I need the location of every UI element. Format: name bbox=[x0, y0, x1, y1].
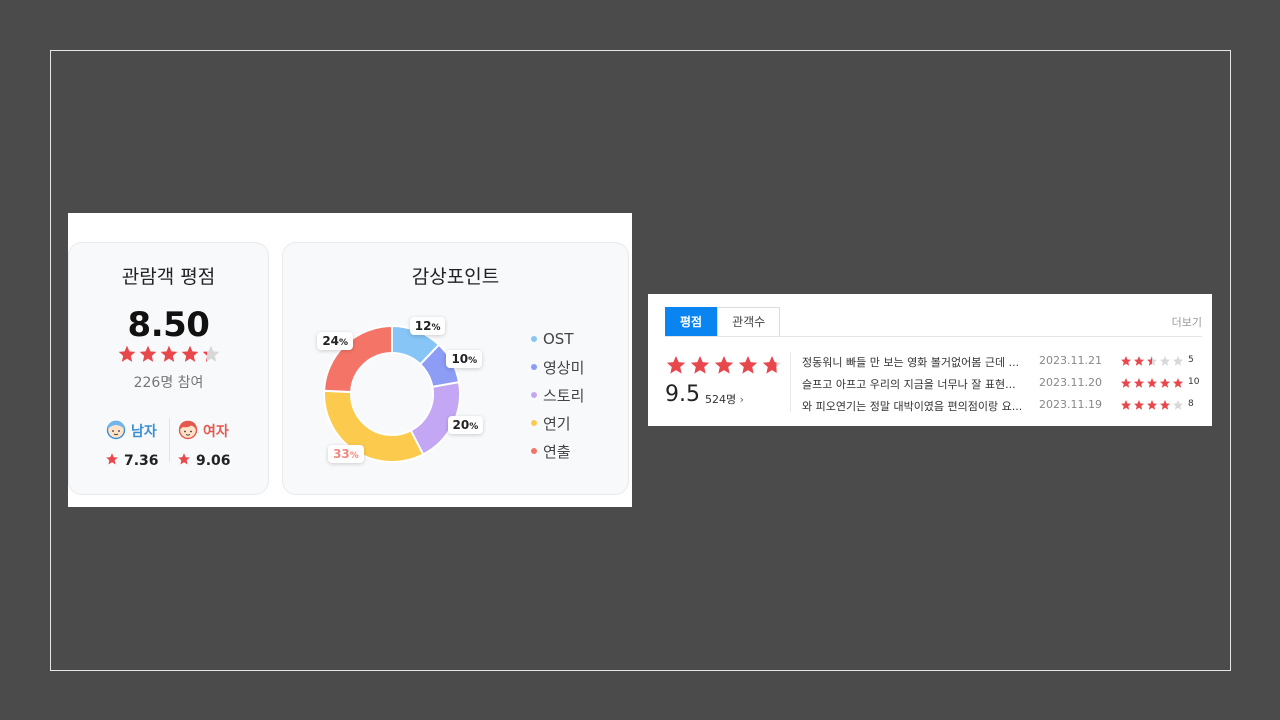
legend-item: 연기 bbox=[531, 409, 584, 437]
star-icon bbox=[1134, 400, 1144, 410]
star-icon bbox=[1121, 400, 1131, 410]
donut-legend: OST 영상미스토리연기연출 bbox=[531, 325, 584, 465]
review-row[interactable]: 와 피오연기는 정말 대박이였음 편의점이랑 요... 2023.11.19 8 bbox=[802, 395, 1202, 417]
summary-count-link[interactable]: 524명 › bbox=[705, 391, 744, 407]
donut-percent-label: 10% bbox=[446, 349, 483, 368]
rating-stars bbox=[69, 344, 268, 364]
tab-audience-count[interactable]: 관객수 bbox=[717, 307, 781, 337]
star-icon bbox=[1160, 400, 1170, 410]
legend-label: OST bbox=[543, 330, 574, 348]
review-score: 5 bbox=[1188, 355, 1194, 365]
tab-divider bbox=[665, 336, 1202, 337]
star-icon bbox=[1160, 356, 1170, 366]
legend-item: 연출 bbox=[531, 437, 584, 465]
star-icon bbox=[1173, 356, 1183, 366]
rating-card-title: 관람객 평점 bbox=[121, 266, 216, 288]
legend-dot bbox=[531, 420, 537, 426]
female-label: 여자 bbox=[203, 424, 229, 440]
summary-divider bbox=[790, 352, 791, 412]
legend-label: 연출 bbox=[543, 442, 571, 461]
star-icon bbox=[1121, 378, 1131, 388]
female-avatar-icon bbox=[177, 418, 199, 444]
summary-stars bbox=[665, 354, 783, 376]
star-icon bbox=[666, 355, 686, 374]
star-icon bbox=[1134, 356, 1144, 366]
review-text: 와 피오연기는 정말 대박이였음 편의점이랑 요... bbox=[802, 400, 1023, 413]
star-icon bbox=[105, 452, 119, 470]
donut-percent-label: 24% bbox=[317, 331, 354, 350]
legend-label: 스토리 bbox=[543, 386, 585, 405]
male-score: 7.36 bbox=[124, 453, 159, 469]
donut-percent-label: 12% bbox=[409, 317, 446, 336]
legend-dot bbox=[531, 336, 537, 342]
legend-item: OST bbox=[531, 325, 584, 353]
summary-count: 524명 bbox=[705, 393, 737, 406]
star-icon bbox=[1147, 356, 1157, 366]
star-icon bbox=[181, 345, 198, 362]
review-stars bbox=[1120, 355, 1184, 367]
summary-score: 9.5 bbox=[665, 382, 700, 407]
legend-dot bbox=[531, 364, 537, 370]
review-list: 정동워니 빠들 만 보는 영화 볼거없어봄 근데 ... 2023.11.21 5 슬… bbox=[802, 351, 1202, 417]
star-icon bbox=[160, 345, 177, 362]
star-icon bbox=[118, 345, 135, 362]
viewing-points-card: 감상포인트 12% 10% 20% 33% 24% OST 영상미스토리연기연출 bbox=[282, 242, 629, 495]
star-icon bbox=[738, 355, 758, 374]
review-row[interactable]: 정동워니 빠들 만 보는 영화 볼거없어봄 근데 ... 2023.11.21 5 bbox=[802, 351, 1202, 373]
tab-rating[interactable]: 평점 bbox=[665, 307, 718, 337]
legend-dot bbox=[531, 448, 537, 454]
male-rating: 남자 7.36 bbox=[105, 418, 185, 470]
chevron-right-icon: › bbox=[739, 393, 745, 406]
more-link[interactable]: 더보기 bbox=[1172, 314, 1202, 330]
star-icon bbox=[202, 345, 219, 362]
rating-review-panel: 평점 관객수 더보기 9.5 524명 › 정동워니 빠들 만 보는 영화 볼거… bbox=[648, 294, 1212, 426]
legend-item: 스토리 bbox=[531, 381, 584, 409]
review-text: 슬프고 아프고 우리의 지금을 너무나 잘 표현... bbox=[802, 378, 1016, 391]
star-icon bbox=[1121, 356, 1131, 366]
legend-dot bbox=[531, 392, 537, 398]
star-icon bbox=[762, 355, 782, 374]
star-icon bbox=[1147, 400, 1157, 410]
male-label: 남자 bbox=[131, 424, 157, 440]
review-date: 2023.11.20 bbox=[1039, 376, 1102, 389]
average-score: 8.50 bbox=[127, 305, 210, 345]
review-score: 10 bbox=[1188, 377, 1200, 387]
star-icon bbox=[139, 345, 156, 362]
review-tabs: 평점 관객수 bbox=[665, 307, 781, 337]
review-date: 2023.11.19 bbox=[1039, 398, 1102, 411]
audience-rating-card: 관람객 평점 8.50 226명 참여 남자 7.36 여자 9.06 bbox=[68, 242, 269, 495]
point-card-title: 감상포인트 bbox=[411, 266, 500, 288]
review-text: 정동워니 빠들 만 보는 영화 볼거없어봄 근데 ... bbox=[802, 356, 1020, 369]
review-score: 8 bbox=[1188, 399, 1194, 409]
legend-item: 영상미 bbox=[531, 353, 584, 381]
review-stars bbox=[1120, 399, 1184, 411]
participant-count: 226명 참여 bbox=[133, 375, 204, 391]
star-icon bbox=[1173, 400, 1183, 410]
donut-percent-label: 33% bbox=[328, 444, 364, 463]
audience-rating-panel: 관람객 평점 8.50 226명 참여 남자 7.36 여자 9.06 감상포인… bbox=[68, 213, 632, 507]
donut-percent-label: 20% bbox=[447, 415, 484, 434]
female-rating: 여자 9.06 bbox=[177, 418, 257, 470]
legend-label: 영상미 bbox=[543, 358, 585, 377]
star-icon bbox=[690, 355, 710, 374]
star-icon bbox=[1160, 378, 1170, 388]
star-icon bbox=[177, 452, 191, 470]
legend-label: 연기 bbox=[543, 414, 571, 433]
review-row[interactable]: 슬프고 아프고 우리의 지금을 너무나 잘 표현... 2023.11.20 10 bbox=[802, 373, 1202, 395]
gender-divider bbox=[169, 418, 170, 462]
review-date: 2023.11.21 bbox=[1039, 354, 1102, 367]
female-score: 9.06 bbox=[196, 453, 231, 469]
star-icon bbox=[1134, 378, 1144, 388]
male-avatar-icon bbox=[105, 418, 127, 444]
star-icon bbox=[714, 355, 734, 374]
review-stars bbox=[1120, 377, 1184, 389]
viewing-points-donut: 12% 10% 20% 33% 24% bbox=[303, 305, 484, 485]
star-icon bbox=[1173, 378, 1183, 388]
star-icon bbox=[1147, 378, 1157, 388]
